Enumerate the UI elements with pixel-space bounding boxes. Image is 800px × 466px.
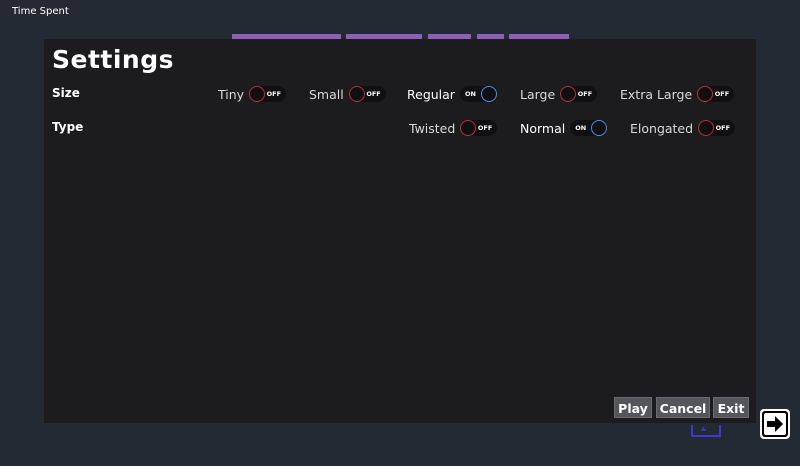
type-option-twisted[interactable]: Twisted OFF xyxy=(409,119,498,137)
toggle-switch[interactable]: ON xyxy=(570,120,608,136)
page-title: Settings xyxy=(52,45,175,74)
type-option-label: Twisted xyxy=(409,120,456,136)
window-title: Time Spent xyxy=(12,6,69,17)
exit-button[interactable]: Exit xyxy=(713,397,749,418)
toggle-switch[interactable]: ON xyxy=(459,86,497,102)
toggle-switch[interactable]: OFF xyxy=(249,86,287,102)
toggle-switch[interactable]: OFF xyxy=(697,86,735,102)
size-row-label: Size xyxy=(52,86,80,100)
toggle-switch[interactable]: OFF xyxy=(348,86,386,102)
type-option-label: Normal xyxy=(520,120,566,136)
size-option-regular[interactable]: Regular ON xyxy=(407,85,497,103)
size-option-label: Regular xyxy=(407,86,455,102)
app-window: Time Spent Settings Size Type Tiny OFF S… xyxy=(0,0,800,466)
type-option-normal[interactable]: Normal ON xyxy=(520,119,608,137)
type-row-label: Type xyxy=(52,120,84,134)
size-option-label: Tiny xyxy=(218,86,245,102)
cancel-button[interactable]: Cancel xyxy=(656,397,710,418)
size-option-tiny[interactable]: Tiny OFF xyxy=(218,85,287,103)
size-option-small[interactable]: Small OFF xyxy=(309,85,386,103)
size-option-extra-large[interactable]: Extra Large OFF xyxy=(620,85,735,103)
type-option-elongated[interactable]: Elongated OFF xyxy=(630,119,736,137)
back-arrow-icon[interactable] xyxy=(690,423,722,437)
size-option-label: Large xyxy=(520,86,556,102)
type-option-label: Elongated xyxy=(630,120,694,136)
settings-panel: Settings Size Type Tiny OFF Small OFF Re… xyxy=(44,39,756,423)
size-option-large[interactable]: Large OFF xyxy=(520,85,598,103)
arrow-right-icon[interactable] xyxy=(760,409,790,439)
play-button[interactable]: Play xyxy=(614,397,652,418)
toggle-switch[interactable]: OFF xyxy=(560,86,598,102)
toggle-switch[interactable]: OFF xyxy=(698,120,736,136)
toggle-switch[interactable]: OFF xyxy=(460,120,498,136)
size-option-label: Small xyxy=(309,86,344,102)
size-option-label: Extra Large xyxy=(620,86,693,102)
